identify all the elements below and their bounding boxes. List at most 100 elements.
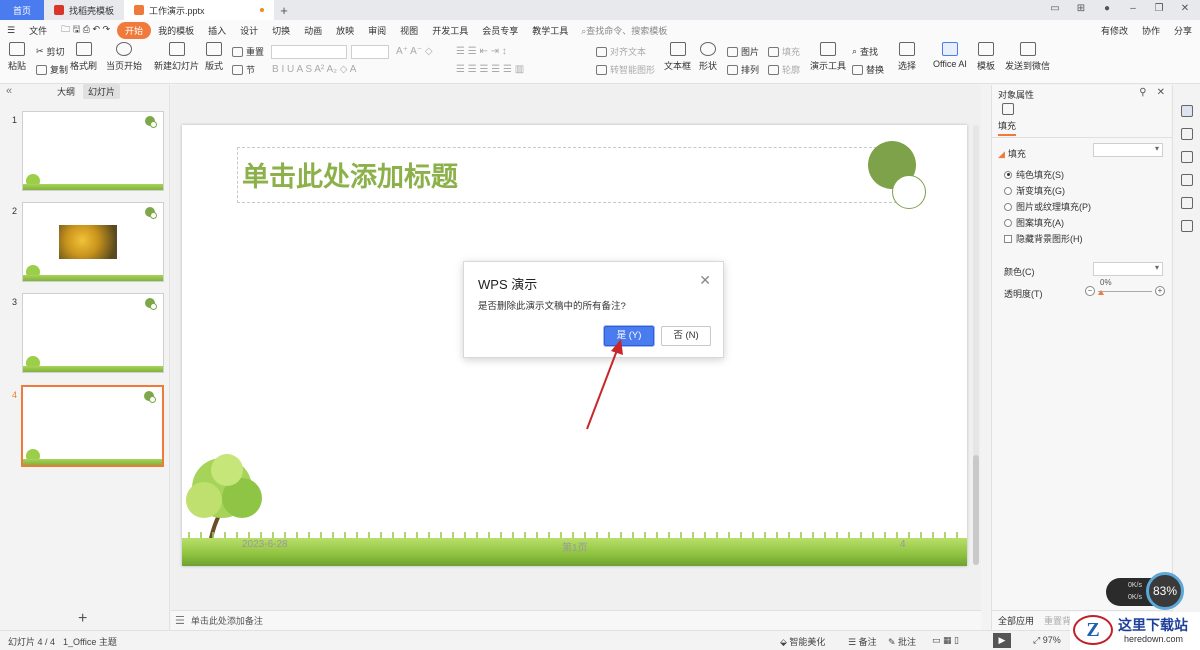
location-tool-icon[interactable]	[1181, 197, 1193, 209]
quick-access-icons[interactable]: 🗀 🖫 ⎙ ↶ ↷	[54, 22, 117, 38]
close-icon[interactable]: ✕	[1178, 3, 1192, 14]
menu-item-my-templates[interactable]: 我的模板	[151, 24, 201, 37]
menu-item-view[interactable]: 视图	[393, 24, 425, 37]
send-wechat-button[interactable]: 发送到微信	[1005, 42, 1050, 72]
find-button[interactable]: ⌕ 查找	[852, 45, 878, 58]
animation-tool-icon[interactable]	[1181, 128, 1193, 140]
color-select[interactable]	[1093, 262, 1163, 276]
align-text-button[interactable]: 对齐文本	[596, 45, 646, 58]
option-picture-fill[interactable]: 图片或纹理填充(P)	[1004, 200, 1091, 213]
add-slide-button[interactable]: +	[78, 610, 87, 628]
menu-item-developer[interactable]: 开发工具	[425, 24, 475, 37]
slide-thumbnail-4[interactable]	[21, 385, 164, 467]
paste-button[interactable]: 粘贴	[8, 42, 26, 72]
properties-tool-icon[interactable]	[1181, 105, 1193, 117]
transition-tool-icon[interactable]	[1181, 151, 1193, 163]
reset-button[interactable]: 重置	[232, 45, 264, 58]
dialog-close-icon[interactable]: ✕	[699, 272, 711, 289]
new-slide-button[interactable]: 新建幻灯片	[154, 42, 199, 72]
scrollbar-thumb[interactable]	[973, 455, 979, 565]
slider-knob[interactable]	[1098, 290, 1104, 295]
present-tools-button[interactable]: 演示工具	[810, 42, 846, 72]
slider-track[interactable]	[1098, 291, 1152, 292]
section-button[interactable]: 节	[232, 63, 255, 76]
modified-button[interactable]: 有修改	[1101, 24, 1128, 37]
option-hide-background[interactable]: 隐藏背景图形(H)	[1004, 232, 1083, 245]
fill-button[interactable]: 填充	[768, 45, 800, 58]
minimize-icon[interactable]: –	[1126, 3, 1140, 14]
font-name-select[interactable]	[271, 45, 347, 59]
option-solid-fill[interactable]: 纯色填充(S)	[1004, 168, 1064, 181]
network-speed-widget[interactable]: 0K/s 0K/s 83%	[1106, 572, 1184, 610]
paragraph-align-icons[interactable]: ☰ ☰ ☰ ☰ ☰ ▥	[456, 64, 524, 75]
copy-button[interactable]: 复制	[36, 63, 68, 76]
no-button[interactable]: 否 (N)	[661, 326, 711, 346]
menu-item-transition[interactable]: 切换	[265, 24, 297, 37]
tab-template[interactable]: 找稻壳模板	[44, 0, 124, 20]
replace-button[interactable]: 替换	[852, 63, 884, 76]
option-gradient-fill[interactable]: 渐变填充(G)	[1004, 184, 1065, 197]
notes-toggle-button[interactable]: ☰ 备注	[848, 635, 877, 648]
menu-item-insert[interactable]: 插入	[201, 24, 233, 37]
menu-file[interactable]: 文件	[22, 24, 54, 37]
vertical-scrollbar[interactable]	[973, 125, 979, 565]
office-ai-button[interactable]: Office AI	[933, 42, 967, 69]
collaborate-button[interactable]: 协作	[1142, 24, 1160, 37]
format-painter-button[interactable]: 格式刷	[70, 42, 97, 72]
share-button[interactable]: 分享	[1174, 24, 1192, 37]
zoom-level[interactable]: ⤢ 97%	[1033, 635, 1061, 646]
menu-item-review[interactable]: 审阅	[361, 24, 393, 37]
theme-name[interactable]: 1_Office 主题	[63, 635, 117, 648]
menu-item-animation[interactable]: 动画	[297, 24, 329, 37]
slide-thumbnail-2[interactable]	[22, 202, 164, 282]
document-tool-icon[interactable]	[1181, 220, 1193, 232]
avatar[interactable]: ●	[1100, 3, 1114, 14]
outline-button[interactable]: 轮廓	[768, 63, 800, 76]
select-button[interactable]: 选择	[898, 42, 916, 72]
collapse-pane-icon[interactable]: «	[6, 85, 12, 97]
tab-fill[interactable]: 填充	[998, 119, 1017, 136]
font-size-select[interactable]	[351, 45, 389, 59]
slide-thumbnail-3[interactable]	[22, 293, 164, 373]
fill-type-select[interactable]	[1093, 143, 1163, 157]
cut-button[interactable]: ✂ 剪切	[36, 45, 65, 58]
slide-title[interactable]: 单击此处添加标题	[242, 155, 458, 194]
template-button[interactable]: 模板	[977, 42, 995, 72]
notes-bar[interactable]: ☰ 单击此处添加备注	[171, 610, 981, 630]
shape-button[interactable]: 形状	[699, 42, 717, 72]
restore-icon[interactable]: ❐	[1152, 3, 1166, 14]
properties-header[interactable]: 对象属性	[998, 88, 1034, 101]
tab-file[interactable]: 工作演示.pptx	[124, 0, 274, 20]
fill-section-header[interactable]: ◢ 填充	[998, 147, 1026, 160]
comments-button[interactable]: ✎ 批注	[888, 635, 916, 648]
tab-outline[interactable]: 大纲	[57, 85, 75, 98]
play-slideshow-button[interactable]: ▶	[993, 633, 1011, 648]
menu-item-design[interactable]: 设计	[233, 24, 265, 37]
close-pane-icon[interactable]: ✕	[1157, 87, 1165, 98]
tab-home[interactable]: 首页	[0, 0, 44, 20]
list-icons[interactable]: ☰ ☰ ⇤ ⇥ ↕	[456, 46, 507, 57]
pin-icon[interactable]: ⚲	[1139, 87, 1146, 98]
view-mode-icons[interactable]: ▭ ▦ ▯	[932, 635, 959, 646]
option-pattern-fill[interactable]: 图案填充(A)	[1004, 216, 1064, 229]
font-size-adjust-icons[interactable]: A⁺ A⁻ ◇	[396, 46, 433, 57]
font-style-icons[interactable]: B I U A S A² A₂ ◇ A	[272, 64, 356, 75]
smart-art-button[interactable]: 转智能图形	[596, 63, 655, 76]
beautify-tool-icon[interactable]	[1181, 174, 1193, 186]
apply-all-button[interactable]: 全部应用	[998, 614, 1034, 627]
notes-placeholder[interactable]: 单击此处添加备注	[191, 614, 263, 627]
play-from-current-button[interactable]: 当页开始	[106, 42, 142, 72]
menu-item-member[interactable]: 会员专享	[475, 24, 525, 37]
arrange-button[interactable]: 排列	[727, 63, 759, 76]
grid-icon[interactable]: ⊞	[1074, 3, 1088, 14]
minus-icon[interactable]: −	[1085, 286, 1095, 296]
smart-beautify-button[interactable]: ⬙ 智能美化	[780, 635, 825, 648]
transparency-slider[interactable]: − 0% +	[1085, 278, 1165, 299]
menu-item-start[interactable]: 开始	[117, 21, 152, 39]
menu-item-slideshow[interactable]: 放映	[329, 24, 361, 37]
menu-item-teaching[interactable]: 教学工具	[525, 24, 575, 37]
layout-button[interactable]: 版式	[205, 42, 223, 72]
yes-button[interactable]: 是 (Y)	[604, 326, 654, 346]
menu-icon[interactable]: ☰	[0, 25, 22, 36]
picture-button[interactable]: 图片	[727, 45, 759, 58]
